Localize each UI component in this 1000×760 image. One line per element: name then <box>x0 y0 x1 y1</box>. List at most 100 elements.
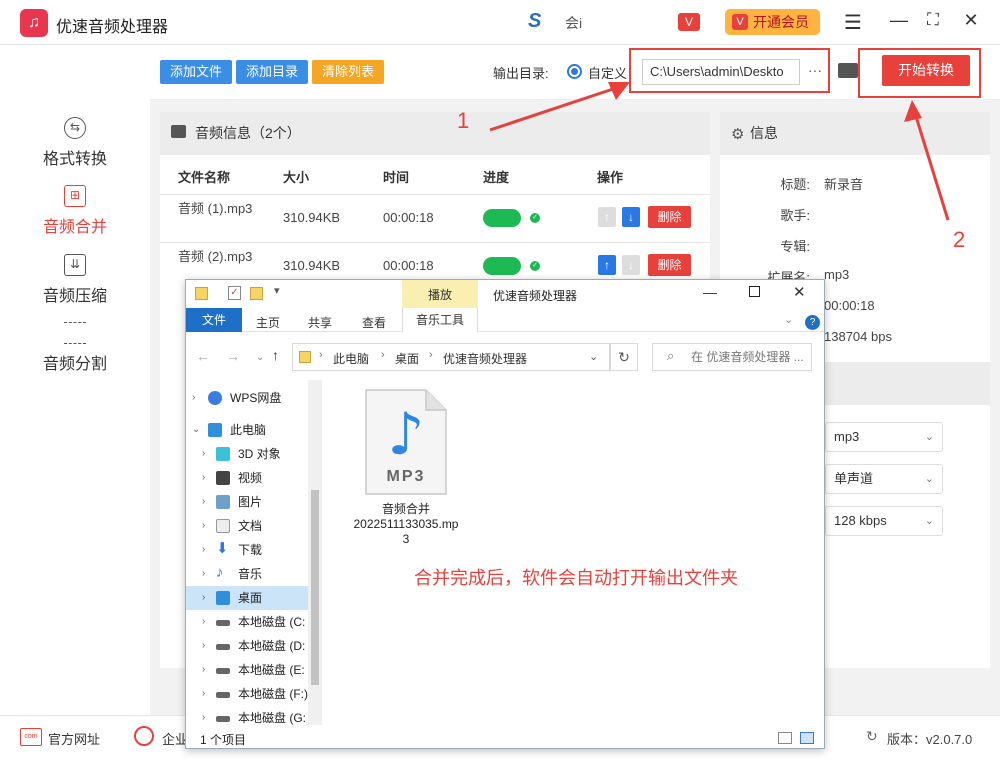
add-file-button[interactable]: 添加文件 <box>160 60 232 84</box>
tree-item-video[interactable]: › 视频 <box>186 466 321 490</box>
tree-item-disk-f[interactable]: › 本地磁盘 (F:) <box>186 682 321 706</box>
3d-objects-icon <box>216 447 230 461</box>
address-bar[interactable]: › 此电脑 › 桌面 › 优速音频处理器 ⌄ <box>292 343 610 371</box>
close-icon[interactable]: ✕ <box>960 10 982 31</box>
tree-item-desktop[interactable]: › 桌面 <box>186 586 321 610</box>
minimize-icon[interactable]: — <box>888 10 910 31</box>
folder-icon[interactable] <box>838 63 858 78</box>
annotation-number-2: 2 <box>953 227 966 252</box>
annotation-arrow-2 <box>904 100 950 221</box>
music-icon: ♪ <box>216 564 224 581</box>
row1-check-icon: ✓ <box>530 213 540 223</box>
file-name-line1: 音频合并 <box>381 502 430 516</box>
tree-item-downloads[interactable]: › ⬇ 下载 <box>186 538 321 562</box>
file-name-line3: 3 <box>402 532 410 546</box>
tree-item-pictures[interactable]: › 图片 <box>186 490 321 514</box>
crown-icon: V <box>732 14 748 30</box>
documents-icon <box>216 519 230 533</box>
more-button[interactable]: ··· <box>808 62 822 78</box>
cloud-icon <box>208 391 222 405</box>
crumb-this-pc[interactable]: 此电脑 <box>333 350 369 367</box>
tree-scrollbar[interactable] <box>308 380 322 725</box>
bitrate-select[interactable]: 128 kbps ⌄ <box>825 506 943 536</box>
crumb-folder[interactable]: 优速音频处理器 <box>443 350 527 367</box>
explorer-title: 优速音频处理器 <box>493 289 578 303</box>
chevron-down-icon: ⌄ <box>924 431 934 443</box>
add-dir-button[interactable]: 添加目录 <box>236 60 308 84</box>
tree-item-disk-c[interactable]: › 本地磁盘 (C: <box>186 610 321 634</box>
row2-down-icon[interactable]: ↓ <box>622 255 640 275</box>
annotation-arrow-1 <box>489 82 630 132</box>
crumb-desktop[interactable]: 桌面 <box>395 350 419 367</box>
search-input[interactable]: 在 优速音频处理器 ... <box>652 343 812 371</box>
row2-name: 音频 (2).mp3 <box>178 249 253 264</box>
version-text: 版本：v2.0.7.0 <box>887 732 973 747</box>
qat-dropdown-icon[interactable]: ▾ <box>274 284 280 297</box>
row1-progress-bar <box>483 209 521 227</box>
row1-up-icon[interactable]: ↑ <box>598 207 616 227</box>
svg-text:♪: ♪ <box>387 400 424 468</box>
tree-item-3d[interactable]: › 3D 对象 <box>186 442 321 466</box>
win-maximize-icon[interactable] <box>749 286 760 297</box>
ribbon-tabs <box>186 308 824 332</box>
clear-list-button[interactable]: 清除列表 <box>312 60 384 84</box>
refresh-icon[interactable]: ↻ <box>610 343 638 371</box>
tab-home[interactable]: 主页 <box>256 314 280 331</box>
tree-item-disk-g[interactable]: › 本地磁盘 (G: <box>186 706 321 725</box>
channel-select[interactable]: 单声道 ⌄ <box>825 464 943 494</box>
tree-item-this-pc[interactable]: ⌄ 此电脑 <box>186 418 321 442</box>
pictures-icon <box>216 495 230 509</box>
gear-icon: ⚙ <box>731 126 745 143</box>
enterprise-icon <box>134 726 154 746</box>
sidebar-item-compress[interactable]: ⇊ 音频压缩 <box>0 254 150 322</box>
ribbon-expand-icon[interactable]: ⌄ <box>784 313 793 326</box>
app-title: 优速音频处理器 <box>56 19 169 36</box>
tab-share[interactable]: 共享 <box>308 314 332 331</box>
tab-music-tools[interactable]: 音乐工具 <box>402 308 478 332</box>
up-icon[interactable]: ↑ <box>272 347 279 363</box>
info-ext-value: mp3 <box>824 267 850 282</box>
info-title-value: 新录音 <box>824 177 864 192</box>
tab-view[interactable]: 查看 <box>362 314 386 331</box>
details-view-icon[interactable] <box>778 732 792 744</box>
file-item[interactable]: ♪ MP3 音频合并 2022511133035.mp 3 <box>346 388 466 558</box>
sidebar-item-merge[interactable]: ⊞ 音频合并 <box>0 185 150 253</box>
back-icon[interactable]: ← <box>196 348 210 364</box>
sidebar-item-format[interactable]: ⇆ 格式转换 <box>0 117 150 185</box>
col-progress: 进度 <box>483 170 510 185</box>
win-minimize-icon[interactable]: — <box>703 284 717 300</box>
fullscreen-icon[interactable]: ⛶ <box>922 10 944 30</box>
row2-delete-button[interactable]: 删除 <box>648 254 691 276</box>
scrollbar-thumb[interactable] <box>311 490 319 685</box>
tree-item-wps[interactable]: › WPS网盘 <box>186 386 321 410</box>
context-tab-play[interactable]: 播放 <box>402 280 478 308</box>
tab-file[interactable]: 文件 <box>186 308 242 332</box>
format-select[interactable]: mp3 ⌄ <box>825 422 943 452</box>
website-link[interactable]: 官方网址 <box>48 729 100 748</box>
row2-size: 310.94KB <box>283 258 341 273</box>
tree-item-disk-d[interactable]: › 本地磁盘 (D: <box>186 634 321 658</box>
info-artist-key: 歌手: <box>780 208 810 223</box>
row1-delete-button[interactable]: 删除 <box>648 206 691 228</box>
win-close-icon[interactable]: ✕ <box>793 283 806 301</box>
status-count: 1 个项目 <box>200 733 247 747</box>
file-name-line2: 2022511133035.mp <box>353 517 459 531</box>
info-duration-value: 00:00:18 <box>824 298 875 313</box>
menu-icon[interactable]: ☰ <box>842 10 864 35</box>
help-icon[interactable]: ? <box>805 315 820 330</box>
tree-item-disk-e[interactable]: › 本地磁盘 (E: <box>186 658 321 682</box>
row2-up-icon[interactable]: ↑ <box>598 255 616 275</box>
divider <box>160 194 710 195</box>
forward-icon[interactable]: → <box>226 348 240 364</box>
center-text: 会i <box>565 15 583 31</box>
search-icon: ⌕ <box>667 348 675 363</box>
computer-icon <box>208 423 222 437</box>
row1-down-icon[interactable]: ↓ <box>622 207 640 227</box>
vip-button[interactable]: V 开通会员 <box>725 9 820 35</box>
tree-item-music[interactable]: › ♪ 音乐 <box>186 562 321 586</box>
large-icons-view-icon[interactable] <box>800 732 814 744</box>
address-dropdown-icon[interactable]: ⌄ <box>589 350 598 363</box>
recent-dropdown-icon[interactable]: ⌄ <box>256 352 264 363</box>
tree-item-documents[interactable]: › 文档 <box>186 514 321 538</box>
sidebar-item-split[interactable]: 音频分割 <box>0 322 150 390</box>
